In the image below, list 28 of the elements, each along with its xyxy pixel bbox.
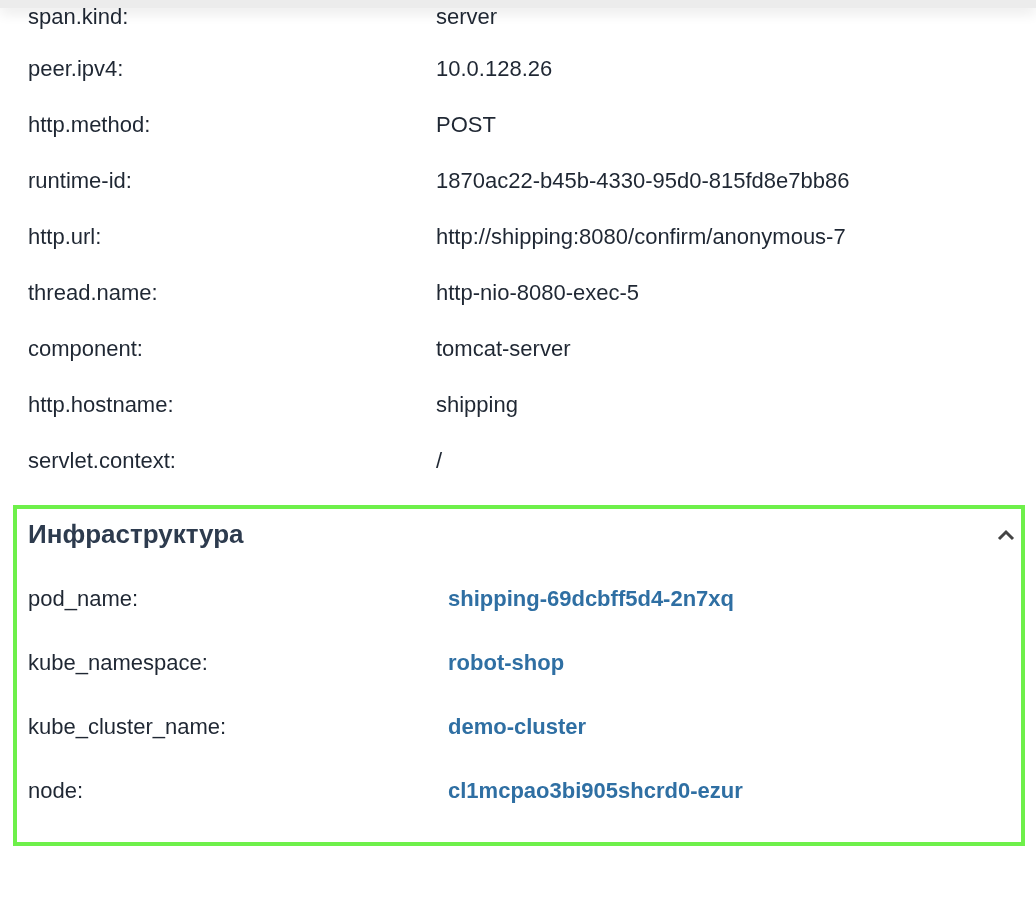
attribute-link[interactable]: robot-shop bbox=[448, 645, 565, 679]
attribute-value: http-nio-8080-exec-5 bbox=[436, 278, 639, 307]
chevron-up-icon[interactable] bbox=[997, 528, 1015, 541]
attribute-link[interactable]: demo-cluster bbox=[448, 709, 587, 743]
attribute-key: http.method: bbox=[28, 107, 436, 141]
attribute-key: span.kind: bbox=[28, 0, 436, 33]
attribute-key: kube_namespace: bbox=[28, 645, 448, 679]
attribute-key: node: bbox=[28, 773, 448, 807]
attribute-value: 10.0.128.26 bbox=[436, 54, 553, 83]
attribute-value: / bbox=[436, 446, 443, 475]
section-title: Инфраструктура bbox=[28, 519, 244, 551]
attribute-key: peer.ipv4: bbox=[28, 51, 436, 85]
attribute-value: tomcat-server bbox=[436, 334, 571, 363]
attribute-link[interactable]: cl1mcpao3bi905shcrd0-ezur bbox=[448, 773, 743, 807]
attribute-key: thread.name: bbox=[28, 275, 436, 309]
attribute-value: http://shipping:8080/confirm/anonymous-7 bbox=[436, 222, 846, 251]
attribute-key: runtime-id: bbox=[28, 163, 436, 197]
attribute-key: http.url: bbox=[28, 219, 436, 253]
attribute-key: servlet.context: bbox=[28, 443, 436, 477]
attribute-key: component: bbox=[28, 331, 436, 365]
attribute-value: shipping bbox=[436, 390, 518, 419]
attribute-value: POST bbox=[436, 110, 496, 139]
attribute-key: kube_cluster_name: bbox=[28, 709, 448, 743]
attribute-value: 1870ac22-b45b-4330-95d0-815fd8e7bb86 bbox=[436, 166, 850, 195]
attribute-link[interactable]: shipping-69dcbff5d4-2n7xq bbox=[448, 581, 735, 615]
attribute-key: http.hostname: bbox=[28, 387, 436, 421]
attribute-key: pod_name: bbox=[28, 581, 448, 615]
attribute-value: server bbox=[436, 3, 498, 31]
